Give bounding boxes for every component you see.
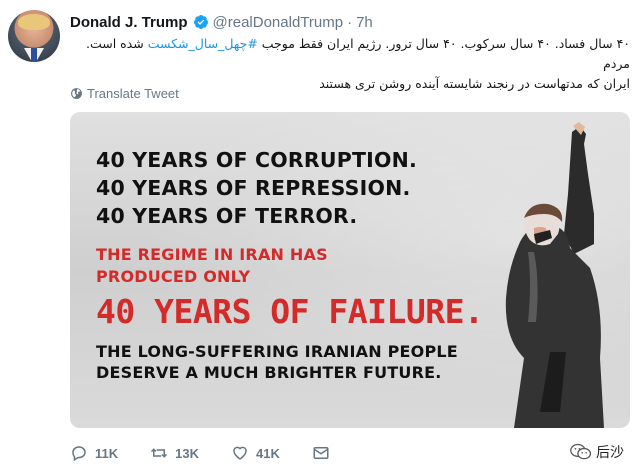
poster-line-terror: 40 YEARS OF TERROR. [96, 204, 358, 228]
separator: · [347, 13, 353, 31]
poster-text: 40 YEARS OF CORRUPTION. 40 YEARS OF REPR… [96, 146, 484, 383]
tweet-timestamp[interactable]: 7h [356, 14, 373, 31]
watermark-label: 后沙 [596, 445, 624, 461]
user-handle[interactable]: @realDonaldTrump [213, 14, 344, 31]
message-button[interactable] [312, 444, 330, 462]
retweet-button[interactable]: 13K [150, 444, 199, 462]
protester-figure [505, 122, 604, 428]
translate-tweet-link[interactable]: Translate Tweet [70, 86, 179, 101]
poster-line-repression: 40 YEARS OF REPRESSION. [96, 176, 411, 200]
message-icon [313, 447, 329, 459]
poster-headline-failure: 40 YEARS OF FAILURE. [96, 292, 484, 331]
avatar[interactable] [8, 10, 60, 62]
poster-bottom-line1: THE LONG-SUFFERING IRANIAN PEOPLE [96, 342, 458, 361]
like-icon [233, 446, 247, 460]
tweet-text: ۴۰ سال فساد. ۴۰ سال سرکوب. ۴۰ سال ترور. … [66, 34, 630, 94]
retweet-count: 13K [175, 445, 199, 461]
tweet-image[interactable]: 40 YEARS OF CORRUPTION. 40 YEARS OF REPR… [70, 112, 630, 428]
avatar-hair [18, 14, 50, 30]
wechat-icon [570, 443, 592, 460]
translate-tweet-label: Translate Tweet [87, 86, 179, 101]
tweet-actions: 11K 13K 41K [70, 442, 390, 464]
retweet-icon [151, 448, 168, 458]
poster-line-corruption: 40 YEARS OF CORRUPTION. [96, 148, 417, 172]
tweet-text-before-hashtag: ۴۰ سال فساد. ۴۰ سال سرکوب. ۴۰ سال ترور. … [257, 36, 630, 51]
avatar-tie [31, 48, 37, 62]
poster-red-line1: THE REGIME IN IRAN HAS [96, 245, 328, 264]
like-button[interactable]: 41K [231, 444, 280, 462]
reply-icon [72, 446, 86, 462]
hashtag-link[interactable]: #چهل_سال_شکست [148, 36, 258, 51]
display-name[interactable]: Donald J. Trump [70, 14, 188, 31]
verified-badge-icon [193, 15, 208, 29]
wechat-watermark: 后沙 [570, 442, 624, 462]
poster-bottom-line2: DESERVE A MUCH BRIGHTER FUTURE. [96, 363, 442, 382]
reply-button[interactable]: 11K [70, 444, 118, 462]
tweet-header: Donald J. Trump @realDonaldTrump · 7h [70, 12, 373, 32]
tweet-text-line1: ۴۰ سال فساد. ۴۰ سال سرکوب. ۴۰ سال ترور. … [66, 34, 630, 74]
like-count: 41K [256, 445, 280, 461]
globe-icon [71, 88, 82, 99]
poster-red-line2: PRODUCED ONLY [96, 267, 251, 286]
reply-count: 11K [95, 445, 119, 461]
